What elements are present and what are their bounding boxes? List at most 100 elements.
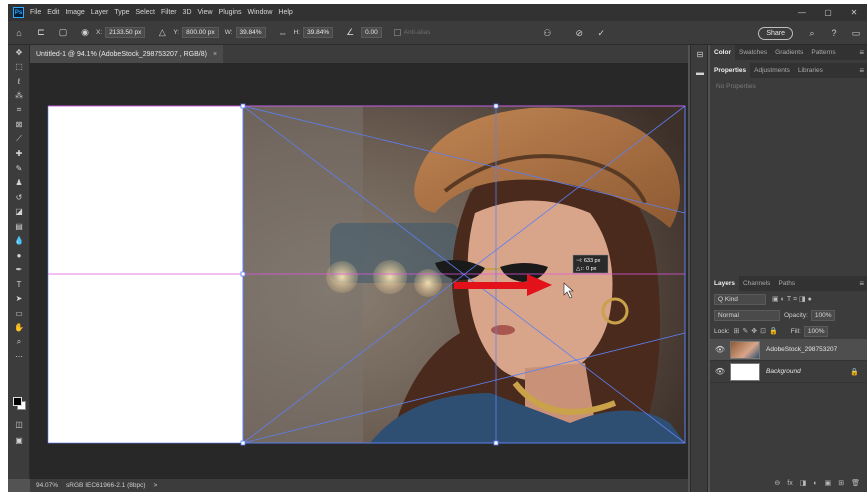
- add-mask-icon[interactable]: ◨: [800, 479, 807, 487]
- reference-point-toggle-icon[interactable]: ◉: [78, 26, 92, 40]
- workspace-icon[interactable]: ▭: [849, 26, 863, 40]
- rectangle-tool-icon[interactable]: ▭: [8, 306, 30, 321]
- gradient-tool-icon[interactable]: ▤: [8, 219, 30, 234]
- menu-layer[interactable]: Layer: [91, 9, 109, 16]
- type-tool-icon[interactable]: T: [8, 277, 30, 292]
- pen-tool-icon[interactable]: ✒: [8, 263, 30, 278]
- path-select-tool-icon[interactable]: ➤: [8, 292, 30, 307]
- fx-icon[interactable]: fx: [787, 480, 792, 487]
- lock-icons[interactable]: ⊞✎✥⊡🔒: [734, 327, 781, 335]
- layer-name[interactable]: Background: [766, 368, 801, 375]
- brush-tool-icon[interactable]: ✎: [8, 161, 30, 176]
- home-icon[interactable]: ⌂: [12, 26, 26, 40]
- menu-help[interactable]: Help: [278, 9, 292, 16]
- panel-menu-icon[interactable]: ≡: [859, 45, 864, 60]
- tab-libraries[interactable]: Libraries: [794, 63, 827, 78]
- canvas-svg[interactable]: ⊣: 633 px △↕: 0 px: [30, 63, 688, 479]
- edit-toolbar-icon[interactable]: ⋯: [8, 350, 30, 365]
- minimize-icon[interactable]: —: [789, 8, 815, 17]
- filter-icons[interactable]: ▣◐T⌗◨●: [772, 295, 814, 304]
- link-layers-icon[interactable]: ⊖: [774, 479, 780, 487]
- close-tab-icon[interactable]: ×: [213, 51, 217, 58]
- menu-3d[interactable]: 3D: [183, 9, 192, 16]
- panel-menu-icon[interactable]: ≡: [859, 63, 864, 78]
- new-layer-icon[interactable]: ⊞: [838, 479, 844, 487]
- rotation-field[interactable]: 0.00: [361, 27, 382, 38]
- dodge-tool-icon[interactable]: ●: [8, 248, 30, 263]
- history-panel-icon[interactable]: ⊟: [691, 45, 709, 63]
- comments-panel-icon[interactable]: ▬: [691, 63, 709, 81]
- help-icon[interactable]: ?: [827, 26, 841, 40]
- zoom-level[interactable]: 94.07%: [36, 482, 58, 489]
- menu-select[interactable]: Select: [136, 9, 155, 16]
- fill-field[interactable]: 100%: [803, 325, 829, 337]
- menu-window[interactable]: Window: [248, 9, 273, 16]
- lasso-tool-icon[interactable]: ℓ: [8, 74, 30, 89]
- layer-name[interactable]: AdobeStock_298753207: [766, 346, 837, 353]
- y-position-field[interactable]: 800.00 px: [182, 27, 219, 38]
- frame-tool-icon[interactable]: ⊠: [8, 118, 30, 133]
- canvas-area[interactable]: ⊣: 633 px △↕: 0 px: [30, 63, 688, 479]
- adjustment-layer-icon[interactable]: ◐: [813, 480, 817, 487]
- new-group-icon[interactable]: ▣: [825, 479, 832, 487]
- share-button[interactable]: Share: [758, 26, 793, 40]
- width-field[interactable]: 39.84%: [235, 27, 266, 38]
- visibility-eye-icon[interactable]: 👁: [714, 345, 726, 354]
- menu-plugins[interactable]: Plugins: [219, 9, 242, 16]
- menu-view[interactable]: View: [198, 9, 213, 16]
- quick-select-tool-icon[interactable]: ⁂: [8, 89, 30, 104]
- zoom-tool-icon[interactable]: ⌕: [8, 335, 30, 350]
- tab-paths[interactable]: Paths: [774, 276, 799, 291]
- tool-preset-icon[interactable]: ⊏: [34, 26, 48, 40]
- healing-brush-tool-icon[interactable]: ✚: [8, 147, 30, 162]
- screen-mode-icon[interactable]: ▣: [8, 433, 30, 448]
- close-icon[interactable]: ✕: [841, 8, 867, 17]
- menu-edit[interactable]: Edit: [47, 9, 59, 16]
- cancel-transform-icon[interactable]: ⊘: [572, 26, 586, 40]
- document-tab[interactable]: Untitled-1 @ 94.1% (AdobeStock_298753207…: [30, 45, 224, 63]
- commit-transform-icon[interactable]: ✓: [594, 26, 608, 40]
- eraser-tool-icon[interactable]: ◪: [8, 205, 30, 220]
- trash-icon[interactable]: 🗑: [851, 479, 860, 487]
- move-tool-icon[interactable]: ✥: [8, 45, 30, 60]
- opacity-field[interactable]: 100%: [810, 309, 836, 321]
- layer-row[interactable]: 👁 AdobeStock_298753207: [710, 339, 867, 361]
- tab-properties[interactable]: Properties: [710, 63, 751, 78]
- menu-filter[interactable]: Filter: [161, 9, 177, 16]
- height-field[interactable]: 39.84%: [303, 27, 334, 38]
- layer-row[interactable]: 👁 Background 🔒: [710, 361, 867, 383]
- tab-swatches[interactable]: Swatches: [735, 45, 771, 60]
- marquee-tool-icon[interactable]: ⬚: [8, 60, 30, 75]
- clone-stamp-tool-icon[interactable]: ♟: [8, 176, 30, 191]
- layer-thumbnail: [730, 362, 760, 381]
- maximize-icon[interactable]: ▢: [815, 8, 841, 17]
- properties-panel-tabs: Properties Adjustments Libraries ≡: [710, 63, 867, 78]
- search-icon[interactable]: ⌕: [805, 26, 819, 40]
- warp-icon[interactable]: ⚇: [540, 26, 554, 40]
- tab-patterns[interactable]: Patterns: [807, 45, 839, 60]
- tab-adjustments[interactable]: Adjustments: [750, 63, 794, 78]
- history-brush-tool-icon[interactable]: ↺: [8, 190, 30, 205]
- reference-point-icon[interactable]: ▢: [56, 26, 70, 40]
- menu-image[interactable]: Image: [65, 9, 84, 16]
- tab-color[interactable]: Color: [710, 45, 735, 60]
- hand-tool-icon[interactable]: ✋: [8, 321, 30, 336]
- eyedropper-tool-icon[interactable]: ⟋: [8, 132, 30, 147]
- relative-position-icon[interactable]: △: [155, 26, 169, 40]
- layer-kind-filter[interactable]: Q Kind: [714, 293, 766, 305]
- status-menu-arrow[interactable]: >: [154, 482, 158, 489]
- menu-file[interactable]: File: [30, 9, 41, 16]
- menu-type[interactable]: Type: [114, 9, 129, 16]
- tab-layers[interactable]: Layers: [710, 276, 739, 291]
- panel-menu-icon[interactable]: ≡: [859, 276, 864, 291]
- foreground-color-swatch[interactable]: [13, 397, 22, 406]
- visibility-eye-icon[interactable]: 👁: [714, 367, 726, 376]
- tab-channels[interactable]: Channels: [739, 276, 774, 291]
- blur-tool-icon[interactable]: 💧: [8, 234, 30, 249]
- quick-mask-icon[interactable]: ◫: [8, 417, 30, 432]
- link-icon[interactable]: ⇔: [276, 26, 290, 40]
- tab-gradients[interactable]: Gradients: [771, 45, 807, 60]
- crop-tool-icon[interactable]: ⌗: [8, 103, 30, 118]
- blend-mode-select[interactable]: Normal: [714, 309, 780, 321]
- x-position-field[interactable]: 2133.50 px: [105, 27, 146, 38]
